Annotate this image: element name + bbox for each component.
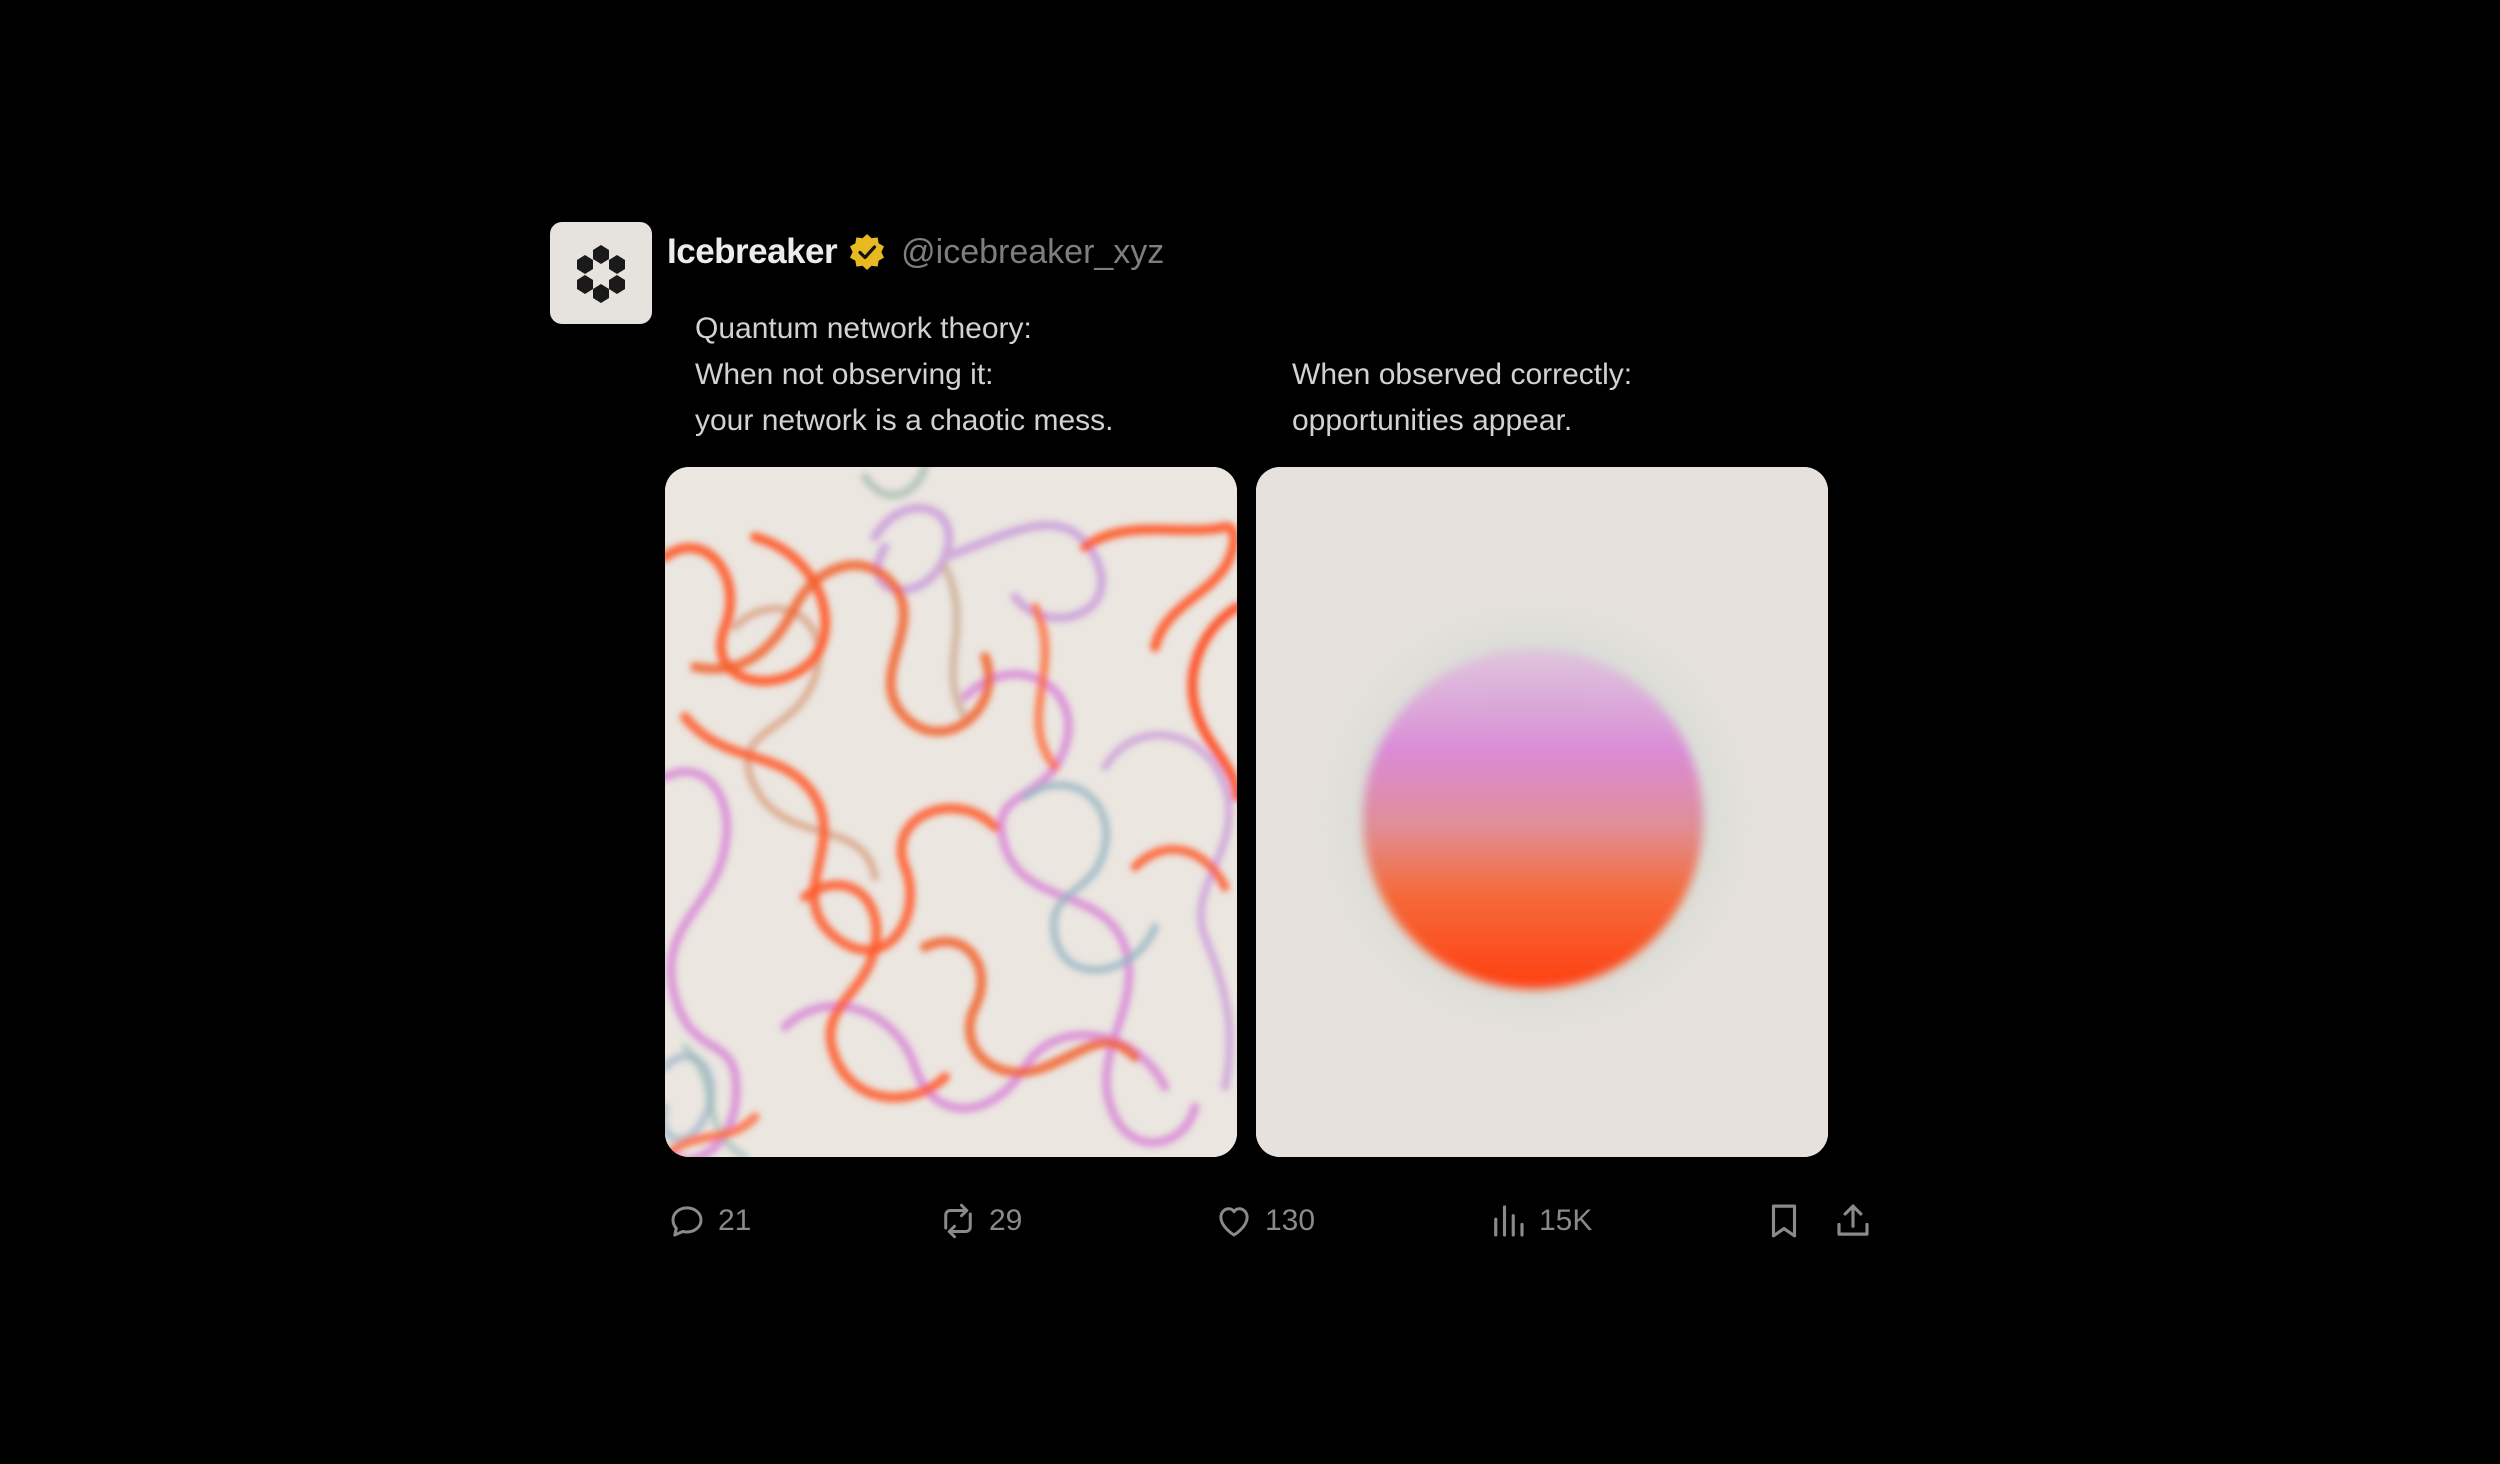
caption-left: Quantum network theory: When not observi… [695,306,1114,444]
tweet-card: Icebreaker @icebreaker_xyz Quantum netwo… [0,0,2500,1464]
views-icon [1494,1205,1524,1237]
caption-line: When not observing it: [695,358,994,391]
bookmark-icon [1771,1204,1797,1238]
tweet-actions: 21 29 130 15K [0,1196,2500,1246]
views-button[interactable]: 15K [1487,1196,1592,1246]
caption-line: opportunities appear. [1292,404,1573,437]
repost-button[interactable]: 29 [937,1196,1022,1246]
reply-icon [671,1206,703,1237]
like-icon [1219,1207,1249,1237]
bookmark-button[interactable] [1763,1196,1805,1246]
like-count: 130 [1265,1204,1316,1237]
caption-line: Quantum network theory: [695,312,1032,345]
chaotic-scribble-image[interactable] [665,467,1237,1157]
tweet-header: Icebreaker @icebreaker_xyz [667,228,1164,276]
caption-line: your network is a chaotic mess. [695,404,1114,437]
repost-count: 29 [989,1204,1023,1237]
share-icon [1837,1204,1869,1236]
gradient-sphere-image[interactable] [1256,467,1828,1157]
verified-badge-icon [847,232,887,272]
caption-line: When observed correctly: [1292,358,1633,391]
caption-right: When observed correctly: opportunities a… [1292,352,1632,444]
avatar[interactable] [550,222,652,324]
like-button[interactable]: 130 [1213,1196,1315,1246]
reply-button[interactable]: 21 [666,1196,751,1246]
user-handle[interactable]: @icebreaker_xyz [901,233,1164,272]
display-name[interactable]: Icebreaker [667,232,838,272]
reply-count: 21 [718,1204,752,1237]
share-button[interactable] [1832,1196,1874,1246]
views-count: 15K [1539,1204,1593,1237]
hexagon-cluster-logo-icon [577,245,625,303]
repost-icon [944,1203,972,1239]
